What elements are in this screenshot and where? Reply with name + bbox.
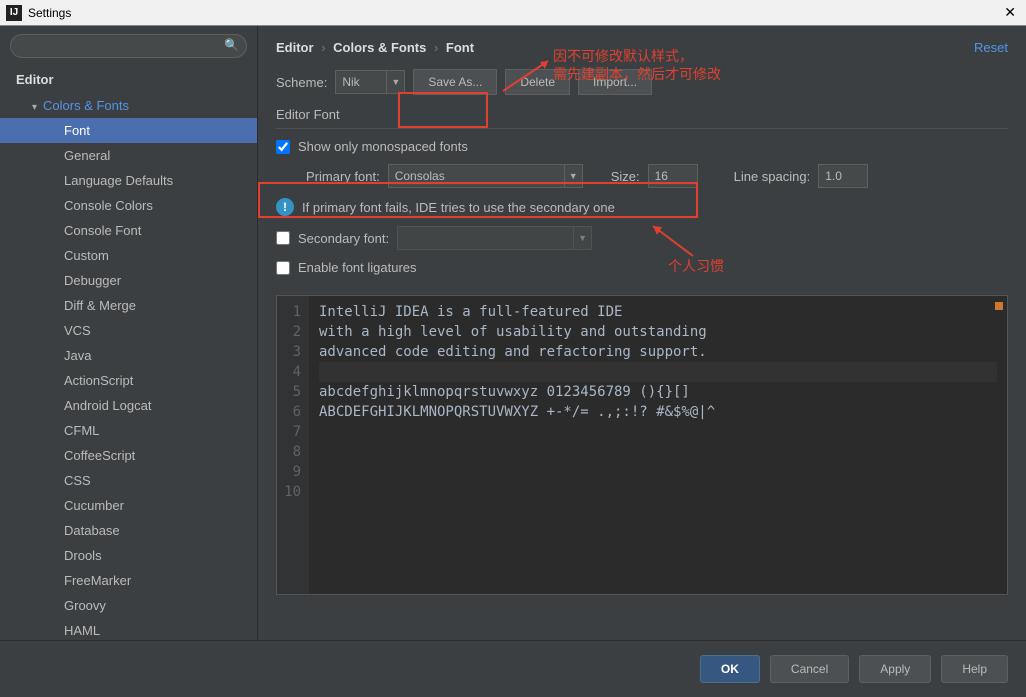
crumb-colors: Colors & Fonts: [333, 40, 426, 55]
secondary-font-label: Secondary font:: [298, 231, 389, 246]
tree-item-database[interactable]: Database: [0, 518, 257, 543]
tree-item-freemarker[interactable]: FreeMarker: [0, 568, 257, 593]
tree-group-colors-fonts[interactable]: Colors & Fonts: [0, 93, 257, 118]
tree-header-editor[interactable]: Editor: [0, 66, 257, 93]
search-input[interactable]: [10, 34, 247, 58]
ligatures-input[interactable]: [276, 261, 290, 275]
tree-item-drools[interactable]: Drools: [0, 543, 257, 568]
info-icon: !: [276, 198, 294, 216]
content-panel: Editor › Colors & Fonts › Font Reset Sch…: [258, 26, 1026, 640]
tree-item-console-colors[interactable]: Console Colors: [0, 193, 257, 218]
scheme-value: Nik: [342, 75, 359, 89]
secondary-font-checkbox[interactable]: Secondary font: ▼: [276, 226, 1008, 250]
window-title: Settings: [28, 6, 1000, 20]
editor-font-title: Editor Font: [276, 107, 1008, 122]
chevron-right-icon: ›: [321, 40, 325, 55]
reset-link[interactable]: Reset: [974, 40, 1008, 55]
secondary-font-chk-input[interactable]: [276, 231, 290, 245]
scheme-select[interactable]: Nik ▼: [335, 70, 405, 94]
tree-item-language-defaults[interactable]: Language Defaults: [0, 168, 257, 193]
size-input[interactable]: [648, 164, 698, 188]
tree-item-font[interactable]: Font: [0, 118, 257, 143]
show-mono-label: Show only monospaced fonts: [298, 139, 468, 154]
scheme-row: Scheme: Nik ▼ Save As... Delete Import..…: [276, 69, 1008, 95]
tree-item-android-logcat[interactable]: Android Logcat: [0, 393, 257, 418]
primary-font-label: Primary font:: [306, 169, 380, 184]
cancel-button[interactable]: Cancel: [770, 655, 849, 683]
tree-item-cucumber[interactable]: Cucumber: [0, 493, 257, 518]
search-icon: 🔍: [224, 38, 239, 52]
tree-item-custom[interactable]: Custom: [0, 243, 257, 268]
show-mono-input[interactable]: [276, 140, 290, 154]
crumb-font: Font: [446, 40, 474, 55]
primary-font-value: Consolas: [395, 169, 445, 183]
editor-code: IntelliJ IDEA is a full-featured IDE wit…: [309, 296, 1007, 594]
scheme-label: Scheme:: [276, 75, 327, 90]
tree-item-actionscript[interactable]: ActionScript: [0, 368, 257, 393]
size-label: Size:: [611, 169, 640, 184]
breadcrumb: Editor › Colors & Fonts › Font: [276, 40, 1008, 55]
tree-item-debugger[interactable]: Debugger: [0, 268, 257, 293]
delete-button[interactable]: Delete: [505, 69, 570, 95]
settings-tree[interactable]: Editor Colors & Fonts FontGeneralLanguag…: [0, 66, 257, 640]
save-as-button[interactable]: Save As...: [413, 69, 497, 95]
tree-item-css[interactable]: CSS: [0, 468, 257, 493]
ligatures-label: Enable font ligatures: [298, 260, 417, 275]
help-button[interactable]: Help: [941, 655, 1008, 683]
dialog-footer: OK Cancel Apply Help: [0, 640, 1026, 696]
tree-item-haml[interactable]: HAML: [0, 618, 257, 640]
secondary-font-select: ▼: [397, 226, 592, 250]
import-button[interactable]: Import...: [578, 69, 652, 95]
ok-button[interactable]: OK: [700, 655, 760, 683]
font-preview-editor[interactable]: 12345678910 IntelliJ IDEA is a full-feat…: [276, 295, 1008, 595]
show-mono-checkbox[interactable]: Show only monospaced fonts: [276, 139, 1008, 154]
tree-item-vcs[interactable]: VCS: [0, 318, 257, 343]
chevron-right-icon: ›: [434, 40, 438, 55]
tree-item-coffeescript[interactable]: CoffeeScript: [0, 443, 257, 468]
chevron-down-icon: ▼: [386, 71, 404, 93]
line-spacing-input[interactable]: [818, 164, 868, 188]
tree-item-groovy[interactable]: Groovy: [0, 593, 257, 618]
tree-item-general[interactable]: General: [0, 143, 257, 168]
chevron-down-icon: ▼: [573, 227, 591, 249]
info-text: If primary font fails, IDE tries to use …: [302, 200, 615, 215]
tree-item-java[interactable]: Java: [0, 343, 257, 368]
primary-font-select[interactable]: Consolas ▼: [388, 164, 583, 188]
error-stripe-mark: [995, 302, 1003, 310]
tree-item-cfml[interactable]: CFML: [0, 418, 257, 443]
chevron-down-icon: ▼: [564, 165, 582, 187]
ligatures-checkbox[interactable]: Enable font ligatures: [276, 260, 1008, 275]
tree-item-diff-merge[interactable]: Diff & Merge: [0, 293, 257, 318]
app-icon: IJ: [6, 5, 22, 21]
tree-item-console-font[interactable]: Console Font: [0, 218, 257, 243]
sidebar: 🔍 Editor Colors & Fonts FontGeneralLangu…: [0, 26, 258, 640]
line-spacing-label: Line spacing:: [734, 169, 811, 184]
titlebar: IJ Settings ✕: [0, 0, 1026, 26]
crumb-editor: Editor: [276, 40, 314, 55]
editor-gutter: 12345678910: [277, 296, 309, 594]
apply-button[interactable]: Apply: [859, 655, 931, 683]
close-icon[interactable]: ✕: [1000, 4, 1020, 21]
